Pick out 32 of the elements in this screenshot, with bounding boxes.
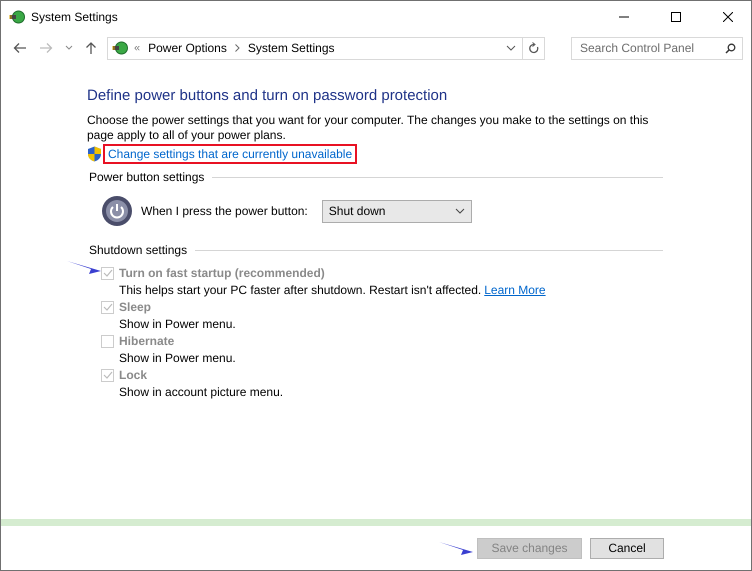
option-label: Hibernate bbox=[119, 334, 174, 348]
page-heading: Define power buttons and turn on password protection bbox=[87, 87, 448, 104]
power-button-action-dropdown[interactable]: Shut down bbox=[322, 200, 472, 222]
caret-icon bbox=[454, 208, 465, 214]
chevron-icon bbox=[234, 44, 240, 52]
cancel-button[interactable]: Cancel bbox=[590, 538, 664, 558]
change-settings-link[interactable]: Change settings that are currently unavailable bbox=[108, 147, 352, 161]
option-label: Lock bbox=[119, 368, 148, 382]
breadcrumb-item[interactable]: System Settings bbox=[246, 41, 337, 55]
option-label: Sleep bbox=[119, 300, 152, 314]
window-title: System Settings bbox=[31, 10, 119, 24]
section-title: Shutdown settings bbox=[89, 243, 188, 257]
option-description: Show in Power menu. bbox=[119, 317, 236, 331]
section-title: Power button settings bbox=[89, 170, 204, 184]
power-icon bbox=[101, 195, 133, 227]
option-description: Show in Power menu. bbox=[119, 351, 236, 365]
power-plug-icon bbox=[112, 40, 128, 56]
shield-icon bbox=[87, 146, 102, 162]
close-icon bbox=[723, 12, 733, 22]
search-field[interactable]: Search Control Panel bbox=[571, 36, 743, 60]
option-description: This helps start your PC faster after shutdown. Restart isn't affected. bbox=[119, 283, 482, 297]
breadcrumb-item[interactable]: Power Options bbox=[146, 41, 229, 55]
intro-text: Choose the power settings that you want for your computer. The changes you make to the settings on this page apply to all of your power plans. bbox=[87, 113, 650, 143]
power-plug-icon bbox=[9, 9, 25, 25]
breadcrumb-overflow[interactable]: « bbox=[134, 42, 140, 54]
maximize-icon bbox=[671, 12, 681, 22]
dropdown-icon[interactable] bbox=[506, 45, 516, 51]
address-bar[interactable]: « Power Options System Settings bbox=[107, 36, 545, 60]
search-icon bbox=[725, 42, 736, 54]
option-description: Show in account picture menu. bbox=[119, 385, 284, 399]
field-label: When I press the power button: bbox=[141, 204, 308, 218]
option-label: Turn on fast startup (recommended) bbox=[119, 266, 325, 280]
